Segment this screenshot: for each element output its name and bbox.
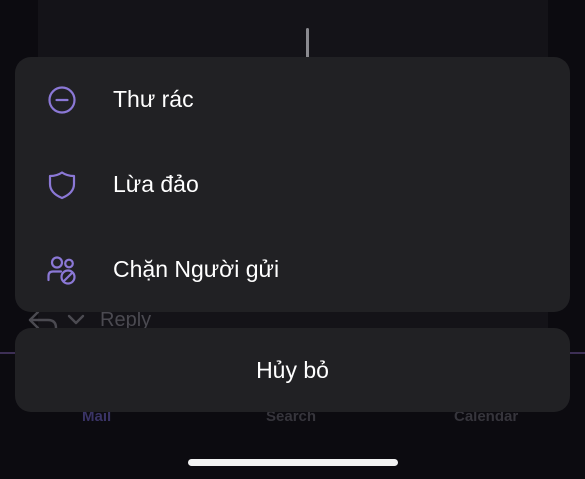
accent-line-right bbox=[570, 352, 585, 354]
shield-icon bbox=[48, 170, 76, 199]
menu-item-junk[interactable]: Thư rác bbox=[15, 57, 570, 142]
block-user-icon bbox=[47, 255, 76, 285]
drag-handle bbox=[306, 28, 309, 60]
menu-item-label: Lừa đảo bbox=[113, 171, 199, 197]
action-sheet-menu: Thư rác Lừa đảo Chặn Người gửi bbox=[15, 57, 570, 312]
menu-item-block-sender[interactable]: Chặn Người gửi bbox=[15, 227, 570, 312]
menu-item-label: Chặn Người gửi bbox=[113, 256, 280, 282]
minus-circle-icon bbox=[48, 85, 76, 114]
cancel-button[interactable]: Hủy bỏ bbox=[15, 328, 570, 412]
home-indicator[interactable] bbox=[188, 459, 398, 466]
menu-item-label: Thư rác bbox=[113, 86, 194, 112]
accent-line-left bbox=[0, 352, 15, 354]
menu-item-phishing[interactable]: Lừa đảo bbox=[15, 142, 570, 227]
chevron-down-icon bbox=[67, 314, 85, 325]
screen: Reply Mail Search Calendar Thư rác Lừa đ… bbox=[0, 0, 585, 479]
cancel-label: Hủy bỏ bbox=[256, 356, 329, 383]
